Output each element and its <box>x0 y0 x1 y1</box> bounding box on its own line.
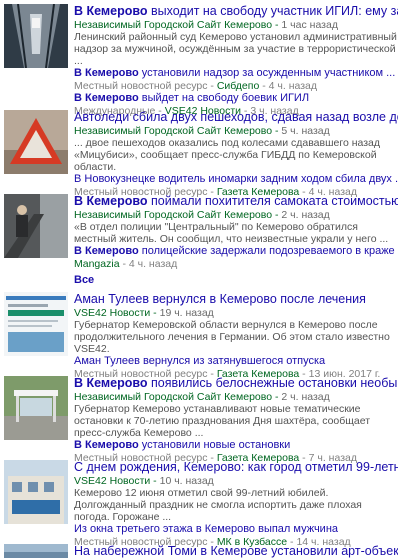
story-title[interactable]: В Кемерово появились белоснежные останов… <box>74 376 398 391</box>
story-thumbnail[interactable] <box>4 376 68 440</box>
story-thumbnail[interactable] <box>4 544 68 558</box>
story-thumbnail[interactable] <box>4 4 68 68</box>
story-title[interactable]: Автоледи сбила двух пешеходов, сдавая на… <box>74 110 398 125</box>
related-title[interactable]: В Новокузнецке водитель иномарки задним … <box>74 173 398 186</box>
story-snippet: Ленинский районный суд Кемерово установи… <box>74 31 397 67</box>
story-thumbnail[interactable] <box>4 292 68 356</box>
story-source: VSE42 Новости - 19 ч. назад <box>74 307 214 319</box>
related-title[interactable]: Из окна третьего этажа в Кемерово выпал … <box>74 523 398 536</box>
see-all-link[interactable]: Все <box>74 273 94 287</box>
story-title[interactable]: Аман Тулеев вернулся в Кемерово после ле… <box>74 292 398 307</box>
story-source: Независимый Городской Сайт Кемерово - 5 … <box>74 125 330 137</box>
related-title[interactable]: В Кемерово установили новые остановки <box>74 439 398 452</box>
river-photo <box>4 544 68 558</box>
story-title[interactable]: На набережной Томи в Кемерове установили… <box>74 544 398 559</box>
bus-stop-photo <box>4 376 68 440</box>
building-photo <box>4 460 68 524</box>
story-source: Независимый Городской Сайт Кемерово - 2 … <box>74 391 330 403</box>
story-thumbnail[interactable] <box>4 110 68 174</box>
story-source: VSE42 Новости - 10 ч. назад <box>74 475 214 487</box>
warning-triangle-photo <box>4 110 68 174</box>
story-title[interactable]: С днем рождения, Кемерово: как город отм… <box>74 460 398 475</box>
story-title[interactable]: В Кемерово выходит на свободу участник И… <box>74 4 398 19</box>
story-snippet: Кемерово 12 июня отметил свой 99-летний … <box>74 487 362 523</box>
story-title[interactable]: В Кемерово поймали похитителя самоката с… <box>74 194 398 209</box>
related-source: Местный новостной ресурс - Сибдепо - 4 ч… <box>74 80 318 92</box>
story-source: Независимый Городской Сайт Кемерово - 2 … <box>74 209 330 221</box>
related-title[interactable]: В Кемерово установили надзор за осужденн… <box>74 67 398 80</box>
story-snippet: Губернатор Кемерово устанавливают новые … <box>74 403 371 439</box>
story-snippet: «В отдел полиции "Центральный" по Кемеро… <box>74 221 389 245</box>
story-snippet: Губернатор Кемеровской области вернулся … <box>74 319 390 355</box>
story-thumbnail[interactable] <box>4 460 68 524</box>
related-source: Mangazia - 4 ч. назад <box>74 258 178 270</box>
related-title[interactable]: Аман Тулеев вернулся из затянувшегося от… <box>74 355 398 368</box>
website-screenshot <box>4 292 68 356</box>
related-title[interactable]: В Кемерово выйдет на свободу боевик ИГИЛ <box>74 92 398 105</box>
story-source: Независимый Городской Сайт Кемерово - 1 … <box>74 19 338 31</box>
story-snippet: ... двое пешеходов оказались под колесам… <box>74 137 381 173</box>
story-thumbnail[interactable] <box>4 194 68 258</box>
prison-corridor-photo <box>4 4 68 68</box>
related-title[interactable]: В Кемерово полицейские задержали подозре… <box>74 245 398 258</box>
stairwell-photo <box>4 194 68 258</box>
